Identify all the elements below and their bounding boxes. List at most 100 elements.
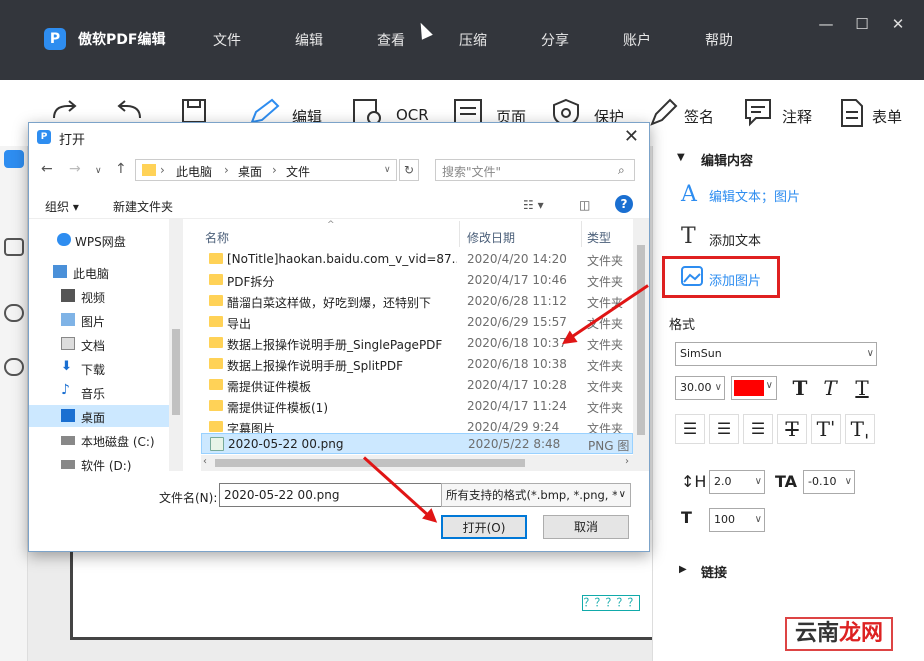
- nav-pictures[interactable]: 图片: [29, 309, 181, 331]
- nav-music[interactable]: ♪ 音乐: [29, 381, 181, 403]
- nav-videos[interactable]: 视频: [29, 285, 181, 307]
- breadcrumb-desktop[interactable]: 桌面: [238, 163, 262, 180]
- list-item[interactable]: 数据上报操作说明手册_SplitPDF 2020/6/18 10:38 文件夹: [201, 354, 633, 375]
- sort-indicator-icon: ^: [327, 220, 335, 230]
- bold-button[interactable]: T: [785, 374, 815, 404]
- navigation-pane: WPS网盘 此电脑 视频 图片 文档 ⬇ 下载 ♪ 音乐 桌面 本地磁盘 (C:) …: [29, 219, 181, 473]
- nav-this-pc[interactable]: 此电脑: [29, 261, 181, 283]
- music-icon: ♪: [61, 382, 70, 398]
- menu-file[interactable]: 文件: [213, 30, 241, 50]
- nav-software-d[interactable]: 软件 (D:): [29, 453, 181, 475]
- list-item[interactable]: 需提供证件模板(1) 2020/4/17 11:24 文件夹: [201, 396, 633, 417]
- format-heading: 格式: [669, 318, 696, 333]
- nav-scrollbar-thumb[interactable]: [172, 329, 180, 415]
- menu-view[interactable]: 查看: [377, 30, 405, 50]
- nav-documents[interactable]: 文档: [29, 333, 181, 355]
- bookmark-icon[interactable]: [4, 238, 24, 256]
- text-color-picker[interactable]: ∨: [731, 376, 777, 400]
- recent-dropdown-icon[interactable]: ∨: [95, 166, 102, 176]
- preview-pane-icon[interactable]: ◫: [579, 198, 590, 212]
- nav-scrollbar[interactable]: [169, 219, 183, 471]
- disk-icon: [61, 460, 75, 469]
- nav-downloads[interactable]: ⬇ 下载: [29, 357, 181, 379]
- collapse-arrow-icon[interactable]: ▼: [677, 152, 685, 163]
- open-button[interactable]: 打开(O): [441, 515, 527, 539]
- char-spacing-select[interactable]: -0.10 ∨: [803, 470, 855, 494]
- menu-edit[interactable]: 编辑: [295, 30, 323, 50]
- add-text-option[interactable]: 添加文本: [709, 230, 761, 249]
- tool-comment[interactable]: 注释: [744, 94, 824, 134]
- left-sidebar-strip: [0, 146, 28, 661]
- list-item[interactable]: 需提供证件模板 2020/4/17 10:28 文件夹: [201, 375, 633, 396]
- file-list-hscrollbar[interactable]: ‹ ›: [201, 455, 633, 471]
- organize-button[interactable]: 组织 ▾: [45, 198, 79, 215]
- underline-button[interactable]: T: [847, 374, 877, 404]
- superscript-button[interactable]: Tˈ: [811, 414, 841, 444]
- column-type[interactable]: 类型: [587, 229, 611, 246]
- file-type-filter[interactable]: 所有支持的格式(*.bmp, *.png, * ∨: [441, 483, 631, 507]
- breadcrumb-folder[interactable]: 文件: [286, 163, 310, 180]
- tool-sign[interactable]: 签名: [648, 94, 728, 134]
- list-item[interactable]: 醋溜白菜这样做，好吃到爆，还特别下 2020/6/28 11:12 文件夹: [201, 291, 633, 312]
- scale-select[interactable]: 100 ∨: [709, 508, 765, 532]
- up-arrow-icon[interactable]: ↑: [115, 161, 127, 177]
- font-size-select[interactable]: 30.00 ∨: [675, 376, 725, 400]
- list-item[interactable]: [NoTitle]haokan.baidu.com_v_vid=87... 202…: [201, 249, 633, 270]
- font-select[interactable]: SimSun ∨: [675, 342, 877, 366]
- line-spacing-icon: ↕H: [681, 472, 707, 491]
- attachment-icon[interactable]: [4, 358, 24, 376]
- text-color-swatch: [734, 380, 764, 396]
- align-right-button[interactable]: ☰: [743, 414, 773, 444]
- dialog-close-icon[interactable]: ✕: [624, 126, 639, 147]
- edit-text-image-option[interactable]: 编辑文本；图片: [709, 186, 800, 205]
- menu-account[interactable]: 账户: [623, 30, 651, 50]
- new-folder-button[interactable]: 新建文件夹: [113, 198, 173, 215]
- list-item[interactable]: PDF拆分 2020/4/17 10:46 文件夹: [201, 270, 633, 291]
- line-spacing-select[interactable]: 2.0 ∨: [709, 470, 765, 494]
- menu-compress[interactable]: 压缩: [459, 30, 487, 50]
- scroll-right-icon[interactable]: ›: [625, 456, 629, 467]
- tool-form[interactable]: 表单: [838, 94, 918, 134]
- nav-local-disk-c[interactable]: 本地磁盘 (C:): [29, 429, 181, 451]
- forward-arrow-icon[interactable]: →: [69, 161, 81, 177]
- view-options-icon[interactable]: ☷ ▾: [523, 198, 544, 212]
- scroll-left-icon[interactable]: ‹: [203, 456, 207, 467]
- help-icon[interactable]: ?: [615, 195, 633, 213]
- subscript-button[interactable]: Tˌ: [845, 414, 875, 444]
- thumbnail-icon[interactable]: [4, 150, 24, 168]
- search-input[interactable]: 搜索"文件" ⌕: [435, 159, 635, 181]
- address-bar[interactable]: › 此电脑 › 桌面 › 文件 ∨: [135, 159, 397, 181]
- color-dropdown-icon: ∨: [765, 380, 773, 391]
- document-text-tag[interactable]: ？？？？？: [582, 595, 640, 611]
- link-heading[interactable]: 链接: [701, 562, 727, 581]
- column-date[interactable]: 修改日期: [467, 229, 515, 246]
- minimize-icon[interactable]: —: [816, 14, 836, 34]
- nav-desktop[interactable]: 桌面: [29, 405, 181, 427]
- column-name[interactable]: 名称: [205, 229, 229, 246]
- italic-button[interactable]: T: [815, 374, 845, 404]
- folder-icon: [209, 295, 223, 306]
- filename-input[interactable]: 2020-05-22 00.png: [219, 483, 461, 507]
- png-file-icon: [210, 437, 224, 451]
- breadcrumb-this-pc[interactable]: 此电脑: [176, 163, 212, 180]
- menu-help[interactable]: 帮助: [705, 30, 733, 50]
- close-icon[interactable]: ✕: [888, 14, 908, 34]
- comment-panel-icon[interactable]: [4, 304, 24, 322]
- refresh-icon[interactable]: ↻: [399, 159, 419, 181]
- back-arrow-icon[interactable]: ←: [41, 161, 53, 177]
- nav-wps-cloud[interactable]: WPS网盘: [29, 229, 181, 251]
- cancel-button[interactable]: 取消: [543, 515, 629, 539]
- file-list-scrollbar-thumb[interactable]: [637, 245, 645, 435]
- app-titlebar: P 傲软PDF编辑 文件 编辑 查看 压缩 分享 账户 帮助 — ☐ ✕: [0, 0, 924, 80]
- address-dropdown-icon[interactable]: ∨: [384, 165, 391, 175]
- align-left-button[interactable]: ☰: [675, 414, 705, 444]
- strikethrough-button[interactable]: T: [777, 414, 807, 444]
- maximize-icon[interactable]: ☐: [852, 14, 872, 34]
- file-list-scrollbar[interactable]: [633, 219, 649, 471]
- align-center-button[interactable]: ☰: [709, 414, 739, 444]
- expand-arrow-icon[interactable]: ▶: [679, 564, 687, 575]
- menu-share[interactable]: 分享: [541, 30, 569, 50]
- list-item-selected[interactable]: 2020-05-22 00.png 2020/5/22 8:48 PNG 图: [201, 433, 633, 454]
- site-watermark: 云南龙网: [785, 617, 893, 651]
- scale-icon: T: [681, 508, 692, 527]
